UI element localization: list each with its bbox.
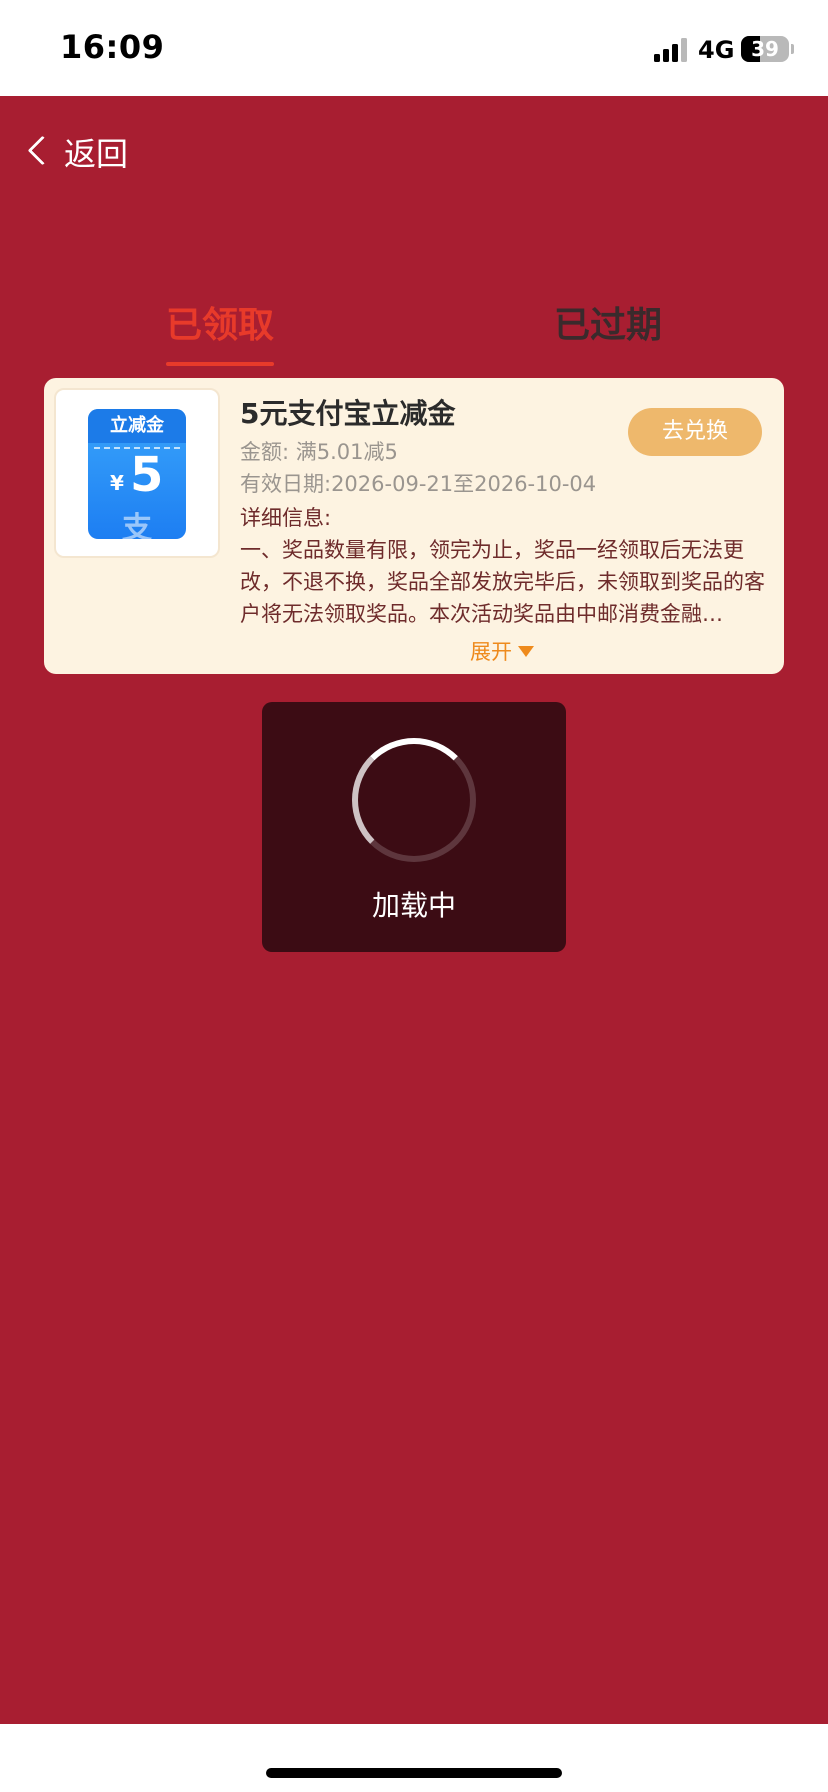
chevron-left-icon xyxy=(24,132,52,172)
coupon-thumb-header: 立减金 xyxy=(88,409,186,443)
back-label: 返回 xyxy=(64,135,129,173)
network-type: 4G xyxy=(698,36,735,64)
coupon-validity: 有效日期:2026-09-21至2026-10-04 xyxy=(240,472,597,496)
coupon-amount: 金额: 满5.01减5 xyxy=(240,440,398,464)
bottom-bar xyxy=(0,1724,828,1792)
detail-text: 一、奖品数量有限，领完为止，奖品一经领取后无法更改，不退不换，奖品全部发放完毕后… xyxy=(240,538,765,626)
coupon-card: 立减金 ¥ 5 支 5元支付宝立减金 金额: 满5.01减5 有效日期:2026… xyxy=(44,378,784,674)
coupon-thumbnail: 立减金 ¥ 5 支 xyxy=(54,388,220,558)
cellular-signal-icon xyxy=(654,38,688,62)
loading-spinner-icon xyxy=(352,738,476,862)
redeem-button[interactable]: 去兑换 xyxy=(628,408,762,456)
loading-toast: 加载中 xyxy=(262,702,566,952)
battery-level: 39 xyxy=(751,37,779,61)
home-indicator[interactable] xyxy=(266,1768,562,1778)
tab-bar: 已领取 已过期 xyxy=(0,296,828,368)
main-content: 返回 已领取 已过期 立减金 ¥ 5 支 5元支付宝立减金 金额: 满5.01减… xyxy=(0,96,828,1724)
coupon-title: 5元支付宝立减金 xyxy=(240,397,456,430)
triangle-down-icon xyxy=(518,645,534,657)
battery-tip xyxy=(791,44,794,54)
status-time: 16:09 xyxy=(60,28,165,66)
battery-icon: 39 xyxy=(741,36,789,62)
alipay-coupon-image: 立减金 ¥ 5 支 xyxy=(88,409,186,546)
coupon-thumb-value: 5 xyxy=(130,447,164,503)
loading-text: 加载中 xyxy=(371,889,456,922)
coupon-thumb-currency: ¥ xyxy=(110,471,124,495)
expand-button[interactable]: 展开 xyxy=(470,636,534,666)
alipay-logo-icon: 支 xyxy=(122,511,152,546)
back-button[interactable]: 返回 xyxy=(24,128,128,176)
active-tab-indicator xyxy=(166,362,274,366)
tab-expired[interactable]: 已过期 xyxy=(554,296,662,348)
expand-label: 展开 xyxy=(470,640,512,664)
detail-label: 详细信息: xyxy=(240,506,332,530)
tab-claimed[interactable]: 已领取 xyxy=(166,296,274,348)
status-bar: 16:09 4G 39 xyxy=(0,0,828,96)
